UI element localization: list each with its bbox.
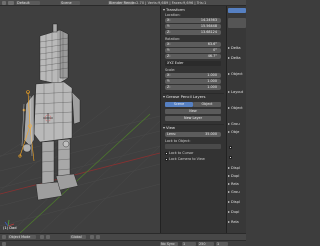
- layer-grid-icon[interactable]: [90, 235, 94, 239]
- viewport-object-label: (1) Dad: [3, 226, 17, 230]
- section-row-groups[interactable]: Grou: [228, 122, 240, 127]
- disclosure-triangle-icon: [163, 127, 165, 129]
- scene-toggle-button[interactable]: Scene: [165, 102, 193, 107]
- viewport-canvas[interactable]: [0, 6, 160, 233]
- disclosure-triangle-icon: [163, 9, 165, 11]
- new-layer-button[interactable]: New Layer: [165, 116, 221, 121]
- checkbox-box: [165, 151, 168, 155]
- scale-x-field[interactable]: X: 1.000: [165, 73, 221, 78]
- disclosure-triangle-icon: [228, 123, 230, 125]
- section-row-duplication[interactable]: Dupl: [228, 174, 239, 179]
- rotation-y-field[interactable]: Y: 0°: [165, 48, 221, 53]
- editor-type-icon[interactable]: [2, 235, 6, 239]
- transform-section-header[interactable]: Transform: [163, 7, 185, 12]
- disclosure-triangle-icon: [228, 201, 230, 203]
- section-row-duplication-2[interactable]: Dupl: [228, 210, 239, 215]
- disclosure-triangle-icon: [228, 47, 230, 49]
- disclosure-triangle-icon: [228, 175, 230, 177]
- 3d-view-icon[interactable]: [2, 1, 6, 5]
- render-engine-select[interactable]: Blender Render: [108, 1, 134, 5]
- sync-mode-select[interactable]: No Sync: [160, 242, 178, 246]
- frame-end-field[interactable]: 250: [198, 242, 214, 246]
- properties-panel: Transform Location: X: 14.24563 Y: 15.5644…: [160, 6, 226, 233]
- disclosure-triangle-icon: [228, 167, 230, 169]
- disclosure-triangle-icon: [228, 191, 230, 193]
- timeline-icon[interactable]: [2, 242, 6, 246]
- current-frame-field[interactable]: 1: [216, 242, 228, 246]
- checkbox[interactable]: [229, 156, 232, 159]
- view-section-header[interactable]: View: [163, 125, 175, 130]
- disclosure-triangle-icon: [228, 183, 230, 185]
- rotation-label: Rotation:: [165, 37, 181, 41]
- section-row-delta[interactable]: Delta: [228, 46, 241, 51]
- lock-to-cursor-checkbox[interactable]: Lock to Cursor: [165, 151, 193, 155]
- properties-editor-column: Delta Delta Object Layout Object Grou Ob…: [226, 6, 246, 233]
- section-row-relations-2[interactable]: Rela: [228, 220, 239, 225]
- lens-field[interactable]: Lens: 35.000: [165, 132, 221, 137]
- location-x-field[interactable]: X: 14.24563: [165, 18, 221, 23]
- section-row-object-2[interactable]: Object: [228, 106, 243, 111]
- location-z-field[interactable]: Z: 13.68124: [165, 30, 221, 35]
- 3d-viewport[interactable]: (1) Dad: [0, 6, 160, 233]
- disclosure-triangle-icon: [228, 131, 230, 133]
- object-tab-bar[interactable]: [228, 8, 246, 13]
- section-row-delta-2[interactable]: Delta: [228, 56, 241, 61]
- robot-model: [22, 23, 81, 201]
- screen-layout-field[interactable]: Default: [16, 1, 40, 5]
- object-toggle-button[interactable]: Object: [193, 102, 221, 107]
- rotation-x-field[interactable]: X: 63.6°: [165, 42, 221, 47]
- disclosure-triangle-icon: [228, 91, 230, 93]
- disclosure-triangle-icon: [228, 221, 230, 223]
- lock-camera-to-view-checkbox[interactable]: Lock Camera to View: [165, 157, 205, 161]
- viewport-shading-icon[interactable]: [40, 235, 44, 239]
- disclosure-triangle-icon: [228, 211, 230, 213]
- section-row-object[interactable]: Object: [228, 72, 243, 77]
- lock-object-field[interactable]: [165, 144, 221, 149]
- section-row-layout[interactable]: Layout: [228, 90, 243, 95]
- snap-icon[interactable]: [96, 235, 100, 239]
- section-row-relations[interactable]: Rela: [228, 182, 239, 187]
- viewport-header: Object Mode Global No Sync 1 250 1: [0, 233, 246, 246]
- location-label: Location:: [165, 13, 181, 17]
- frame-start-field[interactable]: 1: [182, 242, 196, 246]
- new-grease-pencil-button[interactable]: New: [165, 109, 221, 114]
- scene-field[interactable]: Scene: [60, 1, 80, 5]
- object-name-field[interactable]: [228, 18, 246, 28]
- disclosure-triangle-icon: [163, 96, 165, 98]
- scale-z-field[interactable]: Z: 1.000: [165, 85, 221, 90]
- disclosure-triangle-icon: [228, 107, 230, 109]
- x-axis-line: [0, 152, 160, 195]
- disclosure-triangle-icon: [228, 57, 230, 59]
- section-row-display[interactable]: Displ: [228, 166, 240, 171]
- section-row-display-2[interactable]: Displ: [228, 200, 240, 205]
- grease-pencil-section-header[interactable]: Grease Pencil Layers: [163, 94, 205, 99]
- rotation-mode-select[interactable]: XYZ Euler: [165, 61, 221, 66]
- scale-y-field[interactable]: Y: 1.000: [165, 79, 221, 84]
- lock-to-object-label: Lock to Object:: [165, 139, 191, 143]
- transform-orientation-select[interactable]: Global: [70, 235, 86, 239]
- rotation-z-field[interactable]: Z: 46.7°: [165, 54, 221, 59]
- section-row-object-3[interactable]: Obje: [228, 130, 239, 135]
- timeline-header: No Sync 1 250 1: [0, 240, 246, 246]
- pivot-point-icon[interactable]: [46, 235, 50, 239]
- object-mode-select[interactable]: Object Mode: [8, 235, 36, 239]
- section-row-groups-2[interactable]: Grou: [228, 190, 240, 195]
- menu-icon[interactable]: [8, 1, 14, 5]
- checkbox-box: [165, 157, 168, 161]
- disclosure-triangle-icon: [228, 73, 230, 75]
- location-y-field[interactable]: Y: 15.56448: [165, 24, 221, 29]
- checkbox[interactable]: [229, 146, 232, 149]
- scale-label: Scale:: [165, 68, 176, 72]
